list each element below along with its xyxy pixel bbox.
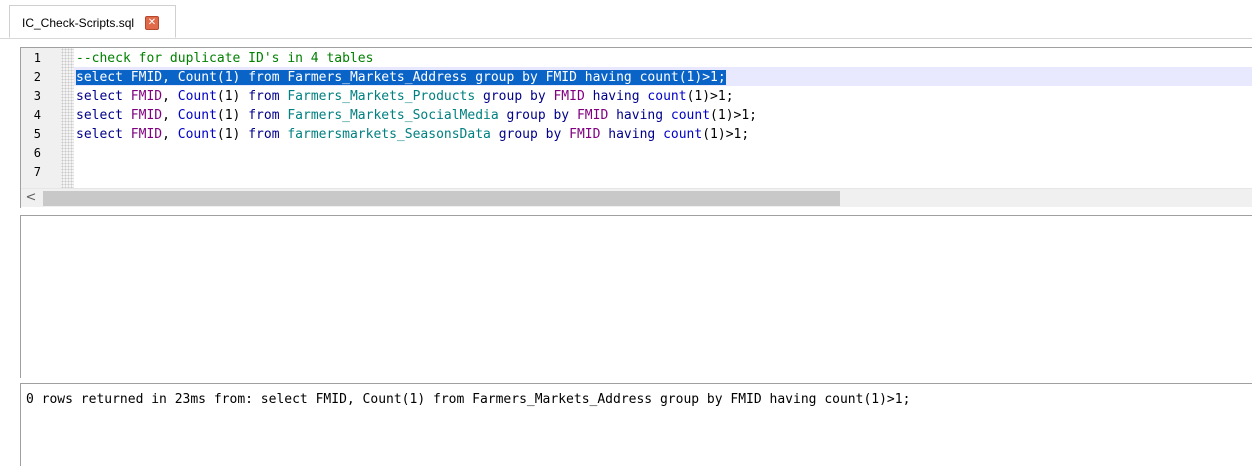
sql-kw-token: from [248, 89, 280, 104]
code-line[interactable]: --check for duplicate ID's in 4 tables [76, 49, 373, 68]
sql-kw-token: having [592, 89, 640, 104]
sql-ident-token: FMID [130, 70, 163, 85]
line-number: 6 [33, 146, 41, 160]
tab-bar: IC_Check-Scripts.sql ✕ [0, 0, 1252, 39]
results-grid[interactable] [20, 215, 1252, 378]
sql-kw-token: group by [483, 89, 546, 104]
sql-table-token: Farmers_Markets_SocialMedia [287, 108, 499, 123]
sql-ident-token: FMID [130, 127, 163, 142]
line-number: 2 [33, 70, 41, 84]
query-status-message: 0 rows returned in 23ms from: select FMI… [26, 392, 911, 407]
sql-token: (1)>1; [686, 89, 734, 104]
sql-kw-token: group by [506, 108, 570, 123]
message-pane: 0 rows returned in 23ms from: select FMI… [20, 383, 1252, 466]
sql-kw-token: group by [498, 127, 562, 142]
sql-ident-token: FMID [130, 108, 163, 123]
sql-ident-token: FMID [569, 127, 601, 142]
sql-token: , [162, 127, 178, 142]
sql-kw-token: having [616, 108, 664, 123]
sql-token: (1) [216, 127, 249, 142]
tab-ic-check-scripts[interactable]: IC_Check-Scripts.sql ✕ [9, 5, 176, 38]
line-number: 7 [33, 165, 41, 179]
sql-token: (1) [216, 70, 249, 85]
code-line[interactable]: select FMID, Count(1) from Farmers_Marke… [76, 68, 726, 87]
line-number: 3 [33, 89, 41, 103]
sql-func-token: count [647, 89, 687, 104]
sql-kw-token: from [248, 108, 280, 123]
scroll-left-icon[interactable]: < [21, 189, 41, 207]
sql-kw-token: having [584, 70, 632, 85]
close-icon[interactable]: ✕ [145, 16, 159, 30]
line-number: 1 [33, 51, 41, 65]
sql-kw-token: having [608, 127, 656, 142]
fold-margin [61, 48, 74, 188]
sql-editor[interactable]: 1 2 3 4 5 6 7 --check for duplicate ID's in 4 … [20, 47, 1252, 208]
sql-table-token: Farmers_Markets_Address [287, 70, 468, 85]
code-line[interactable]: select FMID, Count(1) from Farmers_Marke… [76, 106, 757, 125]
sql-token: , [162, 70, 178, 85]
sql-kw-token: group by [475, 70, 538, 85]
sql-ident-token: FMID [130, 89, 163, 104]
sql-func-token: count [663, 127, 703, 142]
sql-kw-token: select [76, 127, 123, 142]
sql-table-token: Farmers_Markets_Products [287, 89, 476, 104]
sql-kw-token: select [76, 70, 123, 85]
sql-func-token: Count [177, 70, 217, 85]
sql-token: (1)>1; [710, 108, 758, 123]
sql-table-token: farmersmarkets_SeasonsData [287, 127, 491, 142]
selected-text[interactable]: select FMID, Count(1) from Farmers_Marke… [76, 70, 726, 85]
line-number: 4 [33, 108, 41, 122]
tab-label: IC_Check-Scripts.sql [22, 16, 135, 30]
line-number: 5 [33, 127, 41, 141]
sql-ident-token: FMID [553, 89, 585, 104]
sql-comment-token: --check for duplicate ID's in 4 tables [76, 51, 374, 66]
sql-token: (1) [216, 89, 249, 104]
sql-kw-token: from [248, 70, 280, 85]
sql-token: (1)>1; [678, 70, 726, 85]
sql-ident-token: FMID [545, 70, 577, 85]
sql-func-token: count [670, 108, 711, 123]
sql-token: (1)>1; [702, 127, 750, 142]
sql-kw-token: from [248, 127, 280, 142]
sql-ident-token: FMID [576, 108, 609, 123]
sql-func-token: Count [177, 127, 217, 142]
sql-func-token: Count [177, 108, 217, 123]
sql-kw-token: select [76, 89, 123, 104]
scrollbar-thumb[interactable] [43, 191, 840, 206]
sql-kw-token: select [76, 108, 123, 123]
sql-token: , [162, 108, 178, 123]
sql-token: (1) [216, 108, 249, 123]
line-number-gutter: 1 2 3 4 5 6 7 [21, 48, 61, 188]
sql-token: , [162, 89, 178, 104]
sql-func-token: Count [177, 89, 217, 104]
code-line[interactable]: select FMID, Count(1) from farmersmarket… [76, 125, 749, 144]
code-line[interactable]: select FMID, Count(1) from Farmers_Marke… [76, 87, 734, 106]
horizontal-scrollbar[interactable]: < [21, 188, 1252, 207]
sql-func-token: count [639, 70, 679, 85]
